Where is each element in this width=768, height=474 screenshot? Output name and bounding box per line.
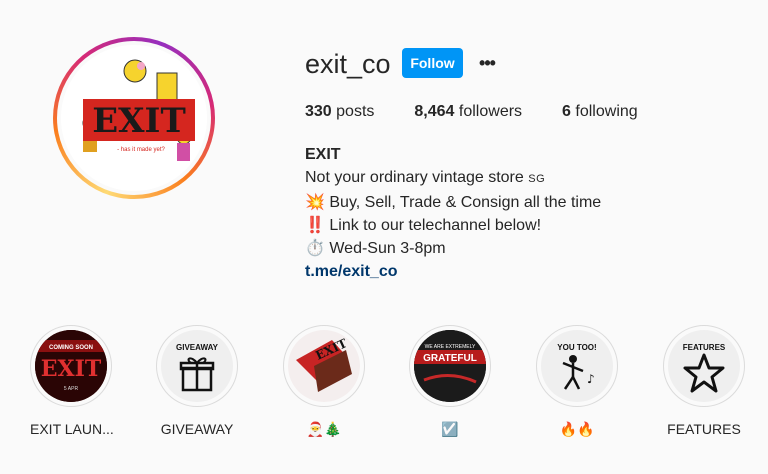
profile-stats: 330 posts 8,464 followers 6 following: [305, 103, 678, 121]
followers-stat[interactable]: 8,464 followers: [414, 103, 522, 121]
exit-launch-cover-icon: COMING SOON EXIT 5 APR: [35, 330, 107, 402]
highlight-label: 🔥🔥: [559, 421, 595, 437]
exit-art-cover-icon: EXIT: [288, 330, 360, 402]
highlight-cover: EXIT: [288, 330, 360, 402]
highlight-cover-ring[interactable]: EXIT: [283, 325, 365, 407]
highlight-item[interactable]: GIVEAWAY GIVEAWAY: [156, 325, 238, 437]
highlight-cover-ring[interactable]: GIVEAWAY: [156, 325, 238, 407]
highlight-cover: WE ARE EXTREMELY GRATEFUL: [414, 330, 486, 402]
highlight-cover-title: YOU TOO!: [557, 343, 597, 352]
highlight-label: EXIT LAUN...: [30, 421, 114, 437]
posts-stat: 330 posts: [305, 103, 374, 121]
svg-text:5 APR: 5 APR: [64, 386, 79, 392]
highlight-cover: FEATURES: [668, 330, 740, 402]
highlight-item[interactable]: WE ARE EXTREMELY GRATEFUL ☑️: [409, 325, 491, 438]
bio-line: Not your ordinary vintage store SG: [305, 166, 601, 191]
highlight-item[interactable]: YOU TOO! ♪ 🔥🔥: [536, 325, 618, 438]
exit-logo-icon: EXIT - has it made yet?: [61, 45, 207, 191]
following-count: 6: [562, 103, 571, 120]
highlight-label: GIVEAWAY: [160, 421, 234, 437]
bio-line: 💥 Buy, Sell, Trade & Consign all the tim…: [305, 194, 602, 211]
grateful-cover-icon: WE ARE EXTREMELY GRATEFUL: [414, 330, 486, 402]
profile-avatar[interactable]: EXIT - has it made yet?: [61, 45, 207, 191]
followers-count: 8,464: [414, 103, 455, 120]
highlight-label: ☑️: [441, 421, 459, 437]
bio-line-text: Not your ordinary vintage store: [305, 169, 524, 186]
bio-line: ‼️ Link to our telechannel below!: [305, 217, 542, 234]
bio-line: ⏱️ Wed-Sun 3-8pm: [305, 240, 446, 257]
bio-link[interactable]: t.me/exit_co: [305, 260, 601, 283]
profile-username: exit_co: [305, 49, 391, 79]
svg-text:EXIT: EXIT: [92, 101, 186, 141]
highlight-item[interactable]: EXIT 🎅🎄: [283, 325, 365, 438]
profile-avatar-ring[interactable]: EXIT - has it made yet?: [53, 37, 215, 199]
followers-label: followers: [458, 103, 523, 120]
following-label: following: [575, 103, 638, 120]
highlight-item[interactable]: FEATURES FEATURES: [663, 325, 745, 437]
more-options-icon[interactable]: •••: [474, 50, 500, 76]
svg-text:COMING SOON: COMING SOON: [49, 345, 93, 351]
highlight-cover-ring[interactable]: COMING SOON EXIT 5 APR: [30, 325, 112, 407]
bio-name: EXIT: [305, 146, 341, 163]
dancer-icon: ♪: [562, 355, 595, 390]
bio-line-suffix: SG: [528, 173, 546, 185]
svg-text:GRATEFUL: GRATEFUL: [423, 353, 477, 364]
highlight-cover: YOU TOO! ♪: [541, 330, 613, 402]
following-stat[interactable]: 6 following: [562, 103, 638, 121]
svg-text:EXIT: EXIT: [41, 356, 102, 382]
highlight-cover-ring[interactable]: WE ARE EXTREMELY GRATEFUL: [409, 325, 491, 407]
svg-text:♪: ♪: [587, 372, 595, 386]
highlight-cover: GIVEAWAY: [161, 330, 233, 402]
highlight-cover-ring[interactable]: FEATURES: [663, 325, 745, 407]
highlight-cover-title: FEATURES: [682, 343, 726, 352]
highlight-label: 🎅🎄: [306, 421, 342, 437]
highlight-label: FEATURES: [667, 421, 741, 437]
star-icon: [683, 353, 725, 393]
posts-label: posts: [336, 103, 375, 120]
highlight-cover-ring[interactable]: YOU TOO! ♪: [536, 325, 618, 407]
highlight-cover-title: GIVEAWAY: [176, 343, 218, 352]
highlight-cover: COMING SOON EXIT 5 APR: [35, 330, 107, 402]
profile-bio: EXIT Not your ordinary vintage store SG …: [305, 143, 601, 283]
highlight-item[interactable]: COMING SOON EXIT 5 APR EXIT LAUN...: [30, 325, 114, 437]
svg-text:WE ARE EXTREMELY: WE ARE EXTREMELY: [425, 344, 476, 350]
svg-text:- has it made yet?: - has it made yet?: [117, 147, 165, 153]
follow-button[interactable]: Follow: [402, 48, 463, 78]
posts-count: 330: [305, 103, 332, 120]
gift-icon: [179, 357, 215, 392]
